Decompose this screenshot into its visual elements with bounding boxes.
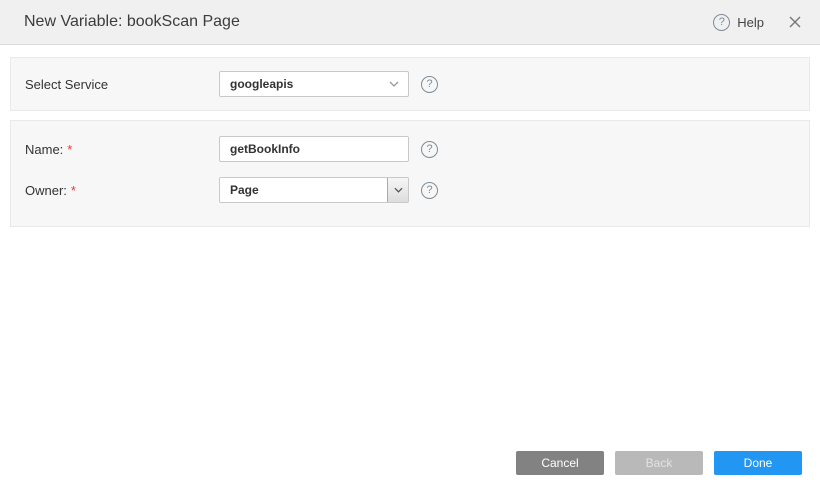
back-button[interactable]: Back	[615, 451, 703, 475]
dialog-header: New Variable: bookScan Page ? Help	[0, 0, 820, 45]
service-row: Select Service googleapis ?	[25, 71, 809, 97]
owner-label-text: Owner:	[25, 183, 67, 198]
owner-select[interactable]: Page	[219, 177, 409, 203]
owner-required-asterisk: *	[71, 183, 76, 198]
chevron-down-icon	[389, 81, 399, 87]
help-label: Help	[737, 15, 764, 30]
page-title: New Variable: bookScan Page	[24, 13, 240, 31]
owner-help-icon[interactable]: ?	[421, 182, 438, 199]
name-label: Name: *	[25, 142, 219, 157]
done-button[interactable]: Done	[714, 451, 802, 475]
owner-row: Owner: * Page ?	[25, 177, 809, 203]
service-help-icon[interactable]: ?	[421, 76, 438, 93]
select-service-label: Select Service	[25, 77, 219, 92]
service-dropdown[interactable]: googleapis	[219, 71, 409, 97]
details-section: Name: * ? Owner: * Page ?	[10, 120, 810, 227]
help-button[interactable]: ? Help	[713, 14, 764, 31]
dialog-footer: Cancel Back Done	[516, 451, 802, 475]
chevron-down-icon	[394, 187, 403, 193]
name-row: Name: * ?	[25, 136, 809, 162]
name-input[interactable]	[219, 136, 409, 162]
help-icon: ?	[713, 14, 730, 31]
header-actions: ? Help	[713, 13, 804, 31]
close-icon[interactable]	[786, 13, 804, 31]
owner-label: Owner: *	[25, 183, 219, 198]
service-dropdown-value: googleapis	[230, 77, 293, 91]
name-required-asterisk: *	[67, 142, 72, 157]
name-label-text: Name:	[25, 142, 63, 157]
service-section: Select Service googleapis ?	[10, 57, 810, 111]
owner-select-button[interactable]	[387, 178, 408, 202]
owner-select-value: Page	[220, 183, 259, 197]
close-x-glyph	[789, 16, 801, 28]
new-variable-dialog: New Variable: bookScan Page ? Help Selec…	[0, 0, 820, 488]
name-help-icon[interactable]: ?	[421, 141, 438, 158]
cancel-button[interactable]: Cancel	[516, 451, 604, 475]
